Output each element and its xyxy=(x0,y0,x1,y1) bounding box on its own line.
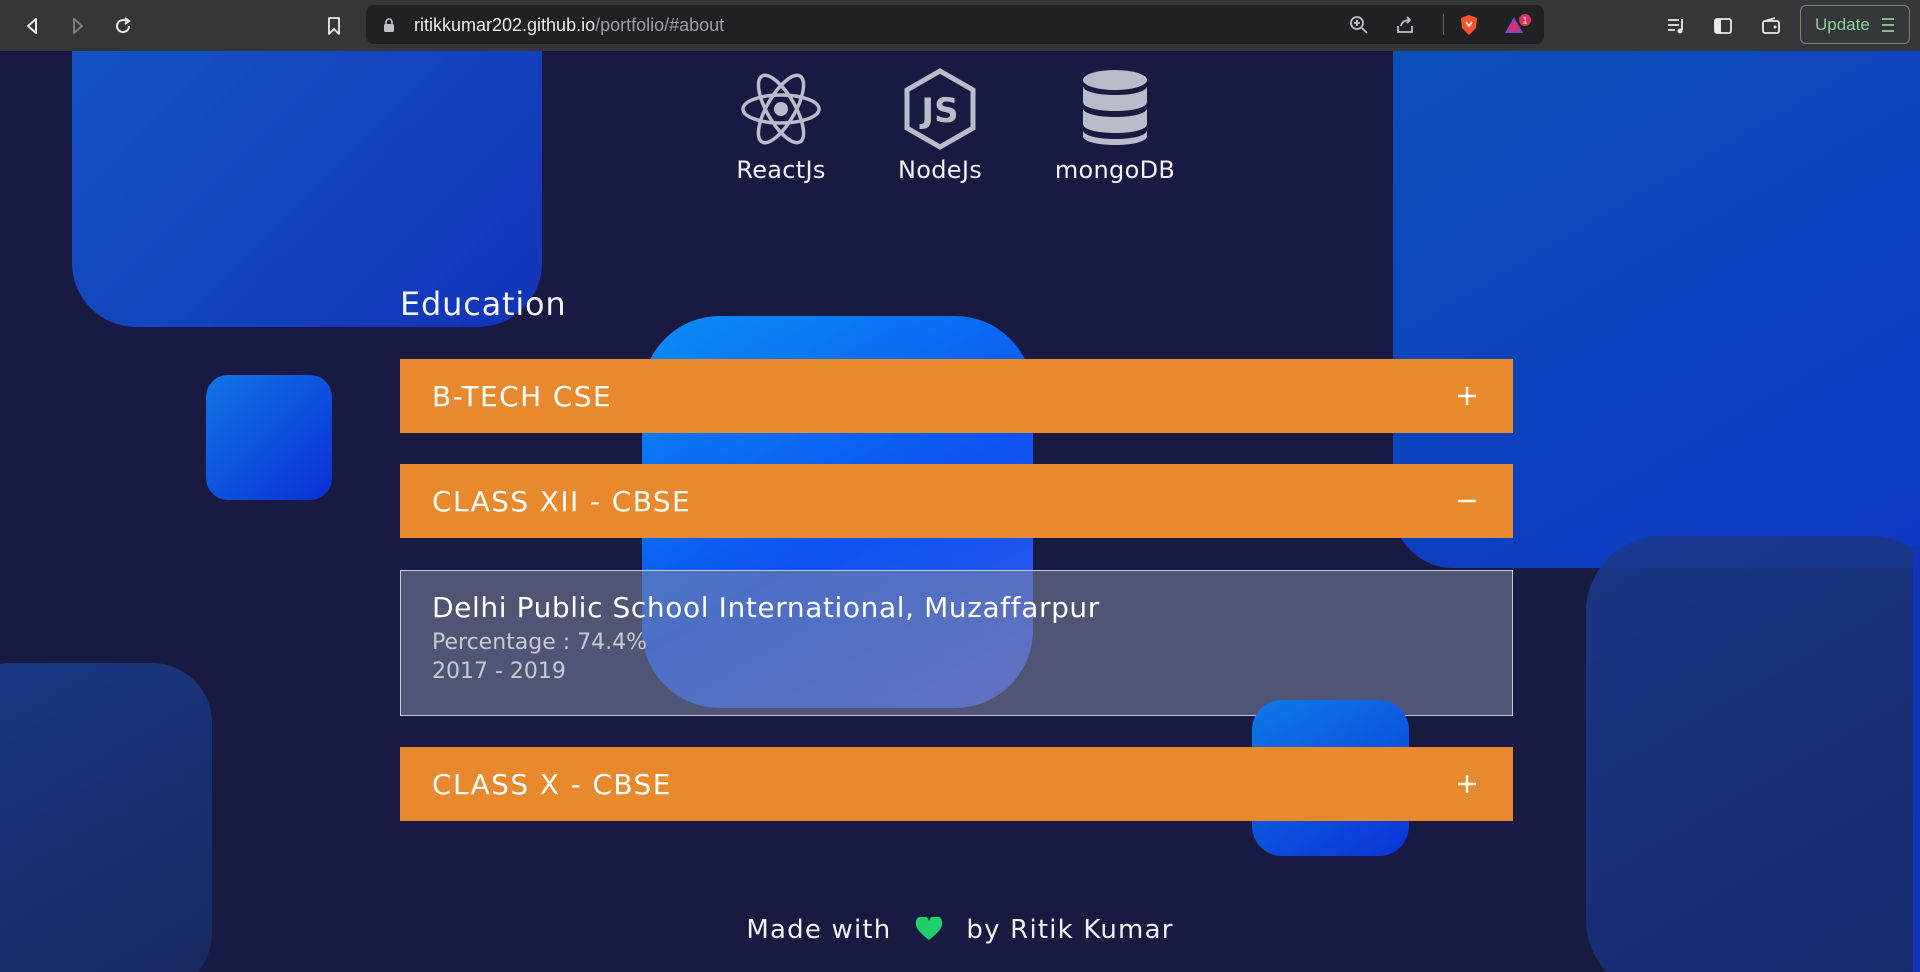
plus-icon[interactable] xyxy=(1455,384,1479,408)
accordion-label: CLASS XII - CBSE xyxy=(432,484,692,518)
reload-button[interactable] xyxy=(108,11,138,41)
accordion-panel-class-xii: Delhi Public School International, Muzaf… xyxy=(400,570,1513,716)
zoom-icon[interactable] xyxy=(1348,14,1370,36)
back-button[interactable] xyxy=(18,11,48,41)
plus-icon[interactable] xyxy=(1455,772,1479,796)
accordion-class-xii[interactable]: CLASS XII - CBSE xyxy=(400,464,1513,538)
url-separator xyxy=(1443,14,1444,35)
brave-rewards-icon[interactable]: 1 xyxy=(1503,14,1533,36)
back-icon xyxy=(27,18,37,34)
decor-shape xyxy=(1586,536,1920,972)
playlist-button[interactable] xyxy=(1661,11,1691,41)
bookmark-icon xyxy=(328,17,340,35)
lock-icon xyxy=(384,18,394,32)
footer: Made with by Ritik Kumar xyxy=(0,915,1920,945)
minus-icon[interactable] xyxy=(1455,489,1479,513)
skill-react: ReactJs xyxy=(731,68,831,184)
accordion-class-x[interactable]: CLASS X - CBSE xyxy=(400,747,1513,821)
js-glyph: JS xyxy=(919,91,958,131)
update-button[interactable]: Update xyxy=(1800,5,1910,44)
sidebar-button[interactable] xyxy=(1708,11,1738,41)
menu-icon[interactable] xyxy=(1881,17,1895,33)
mongodb-icon xyxy=(1083,70,1147,145)
url-text: ritikkumar202.github.io/portfolio/#about xyxy=(414,15,724,36)
wallet-button[interactable] xyxy=(1756,11,1786,41)
accordion-label: B-TECH CSE xyxy=(432,379,613,413)
skill-label: NodeJs xyxy=(897,156,983,184)
decor-shape xyxy=(206,375,332,500)
address-bar[interactable]: ritikkumar202.github.io/portfolio/#about… xyxy=(366,5,1544,44)
heart-icon xyxy=(915,917,943,940)
brave-shields-icon[interactable] xyxy=(1458,14,1480,36)
forward-button[interactable] xyxy=(62,11,92,41)
page-scrollbar[interactable] xyxy=(1913,546,1920,972)
reload-icon xyxy=(116,17,131,34)
sidebar-icon xyxy=(1714,18,1732,34)
percentage-text: Percentage : 74.4% xyxy=(432,630,648,655)
url-path: /portfolio/#about xyxy=(595,15,725,35)
wallet-icon xyxy=(1762,17,1780,34)
url-host: ritikkumar202.github.io xyxy=(414,15,596,35)
playlist-icon xyxy=(1668,19,1683,34)
share-icon[interactable] xyxy=(1394,14,1416,36)
accordion-btech[interactable]: B-TECH CSE xyxy=(400,359,1513,433)
forward-icon xyxy=(73,18,83,34)
accordion-label: CLASS X - CBSE xyxy=(432,767,672,801)
notification-badge: 1 xyxy=(1522,17,1528,27)
footer-made-with: Made with xyxy=(746,915,892,945)
section-title: Education xyxy=(400,285,567,323)
year-range: 2017 - 2019 xyxy=(432,659,566,684)
footer-author: by Ritik Kumar xyxy=(966,915,1174,945)
update-label: Update xyxy=(1815,14,1870,34)
skill-label: ReactJs xyxy=(736,156,826,184)
browser-toolbar: ritikkumar202.github.io/portfolio/#about… xyxy=(0,0,1920,51)
react-icon xyxy=(741,73,821,145)
skill-nodejs: JS NodeJs xyxy=(890,68,990,184)
nodejs-icon: JS xyxy=(904,68,976,150)
skill-mongodb: mongoDB xyxy=(1045,68,1185,184)
bookmark-button[interactable] xyxy=(319,11,349,41)
school-name: Delhi Public School International, Muzaf… xyxy=(432,591,1100,624)
skill-label: mongoDB xyxy=(1054,156,1176,184)
